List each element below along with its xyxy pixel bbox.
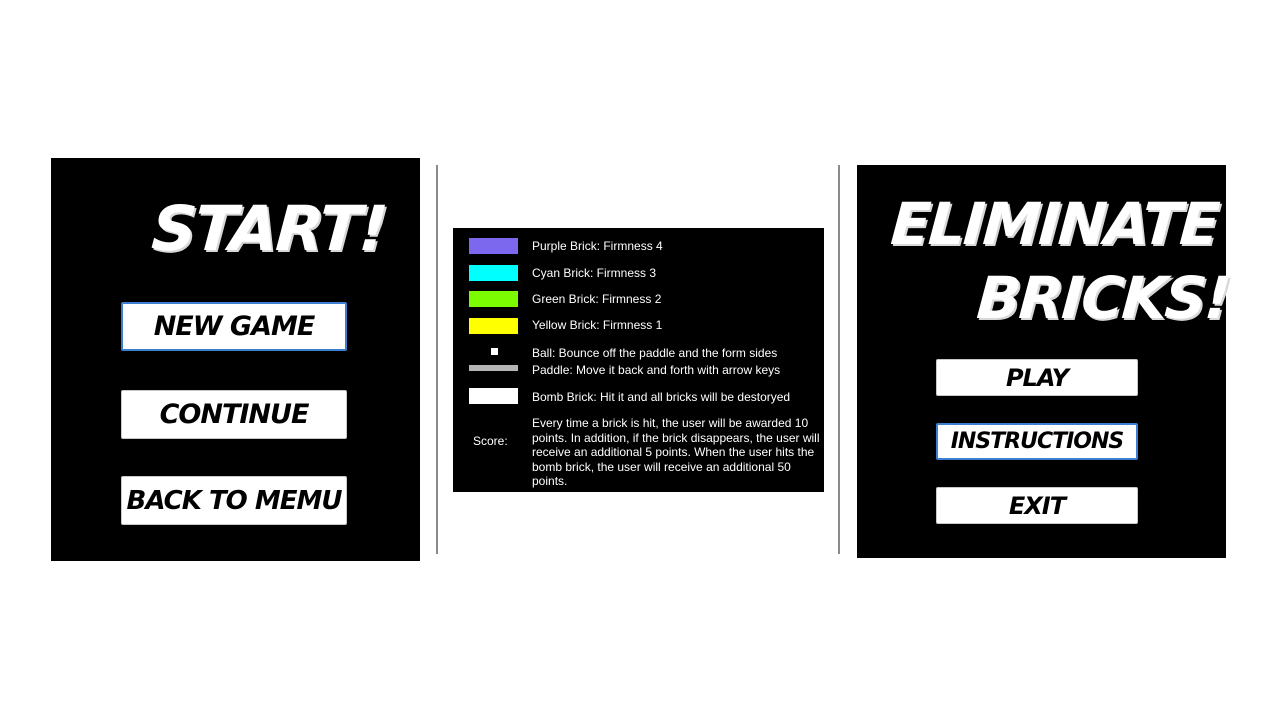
bomb-brick-swatch xyxy=(469,388,518,404)
instructions-panel: Purple Brick: Firmness 4 Cyan Brick: Fir… xyxy=(453,228,824,492)
yellow-brick-label: Yellow Brick: Firmness 1 xyxy=(532,318,663,332)
exit-button[interactable]: EXIT xyxy=(936,487,1138,524)
purple-brick-swatch xyxy=(469,238,518,254)
start-menu-panel: START! NEW GAME CONTINUE BACK TO MEMU xyxy=(51,158,420,561)
ball-label: Ball: Bounce off the paddle and the form… xyxy=(532,346,778,360)
game-title-line-1: ELIMINATE xyxy=(888,190,1220,258)
paddle-label: Paddle: Move it back and forth with arro… xyxy=(532,363,781,377)
paddle-swatch xyxy=(469,365,518,371)
main-menu-panel: ELIMINATE BRICKS! PLAY INSTRUCTIONS EXIT xyxy=(857,165,1232,558)
green-brick-swatch xyxy=(469,291,518,307)
instructions-button[interactable]: INSTRUCTIONS xyxy=(936,423,1138,460)
ball-swatch xyxy=(491,348,498,355)
new-game-button[interactable]: NEW GAME xyxy=(121,302,347,351)
green-brick-label: Green Brick: Firmness 2 xyxy=(532,292,662,306)
divider-left xyxy=(436,165,438,554)
score-description: Every time a brick is hit, the user will… xyxy=(532,416,820,488)
continue-button[interactable]: CONTINUE xyxy=(121,390,347,439)
purple-brick-label: Purple Brick: Firmness 4 xyxy=(532,239,663,253)
cyan-brick-swatch xyxy=(469,265,518,281)
play-button[interactable]: PLAY xyxy=(936,359,1138,396)
yellow-brick-swatch xyxy=(469,318,518,334)
score-label: Score: xyxy=(473,434,508,448)
cyan-brick-label: Cyan Brick: Firmness 3 xyxy=(532,266,657,280)
start-title: START! xyxy=(149,192,389,265)
divider-right xyxy=(838,165,840,554)
bomb-brick-label: Bomb Brick: Hit it and all bricks will b… xyxy=(532,390,791,404)
game-title-line-2: BRICKS! xyxy=(974,264,1232,332)
back-to-menu-button[interactable]: BACK TO MEMU xyxy=(121,476,347,525)
